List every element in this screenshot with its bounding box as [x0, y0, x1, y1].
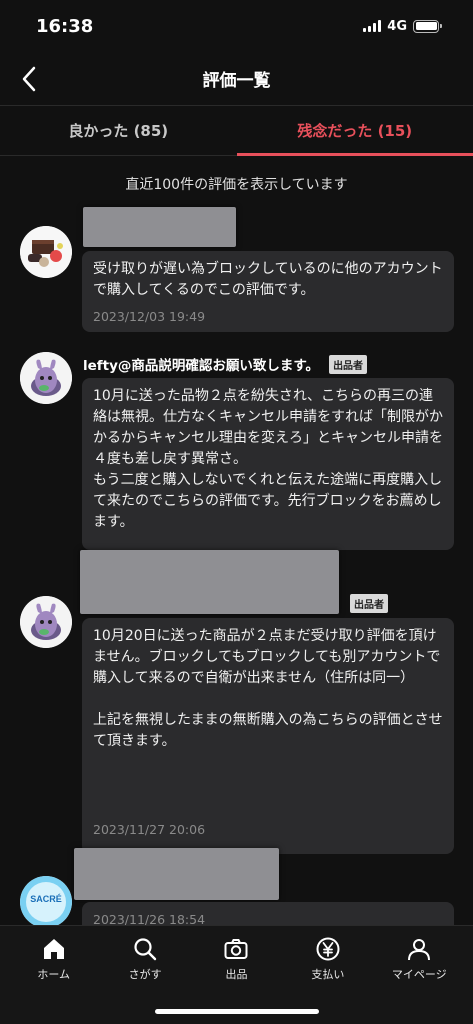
person-icon [408, 939, 431, 961]
home-icon [43, 939, 64, 959]
notice-text: 直近100件の評価を表示しています [125, 177, 348, 193]
review-bubble: 10月に送った品物２点を紛失され、こちらの再三の連絡は無視。仕方なくキャンセル申… [82, 378, 454, 550]
status-indicators: 4G [363, 18, 442, 34]
avatar[interactable]: SACRÉ [20, 876, 72, 928]
status-bar: 16:38 4G [0, 0, 473, 52]
reviewer-row: lefty@商品説明確認お願い致します。 出品者 [83, 354, 368, 374]
tab-bad[interactable]: 残念だった (15) [236, 106, 473, 156]
review-bubble: 受け取りが遅い為ブロックしているのに他のアカウントで購入してくるのでこの評価です… [82, 251, 454, 332]
review-text: 10月20日に送った商品が２点まだ受け取り評価を頂けません。ブロックしてもブロッ… [93, 628, 443, 749]
redacted-name [74, 848, 279, 900]
redacted-name [80, 550, 339, 614]
redacted-name [83, 207, 236, 247]
avatar[interactable] [20, 352, 72, 404]
review-date: 2023/12/03 19:49 [93, 309, 206, 324]
yen-icon [316, 937, 340, 961]
goomy-avatar-icon [20, 596, 72, 648]
goomy-avatar-icon [20, 352, 72, 404]
nav-home-label: ホーム [37, 968, 71, 981]
battery-icon [413, 19, 442, 33]
nav-mypage[interactable]: マイページ [379, 936, 459, 1024]
nav-payment-label: 支払い [311, 968, 345, 981]
nav-home[interactable]: ホーム [14, 936, 94, 1024]
reviewer-row: 出品者 [350, 594, 388, 613]
reviewer-name[interactable]: lefty@商品説明確認お願い致します。 [83, 354, 319, 374]
network-type: 4G [387, 18, 407, 34]
chevron-left-icon [22, 66, 36, 92]
avatar[interactable] [20, 226, 72, 278]
review-date: 2023/11/27 20:06 [93, 822, 206, 837]
review-text: 受け取りが遅い為ブロックしているのに他のアカウントで購入してくるのでこの評価です… [93, 261, 443, 298]
page-title: 評価一覧 [202, 71, 271, 91]
review-bubble: 10月20日に送った商品が２点まだ受け取り評価を頂けません。ブロックしてもブロッ… [82, 618, 454, 854]
cake-avatar-icon [20, 226, 72, 278]
seller-badge: 出品者 [329, 354, 368, 374]
nav-bar: 評価一覧 [0, 52, 473, 106]
status-time: 16:38 [36, 15, 94, 37]
nav-search-label: さがす [128, 968, 162, 981]
search-icon [134, 938, 157, 961]
signal-icon [363, 20, 382, 32]
review-text: 10月に送った品物２点を紛失され、こちらの再三の連絡は無視。仕方なくキャンセル申… [93, 388, 443, 530]
nav-mypage-label: マイページ [391, 968, 447, 981]
back-button[interactable] [14, 64, 44, 94]
home-indicator [155, 1009, 319, 1014]
camera-icon [224, 939, 248, 959]
avatar[interactable] [20, 596, 72, 648]
sacre-logo-text: SACRÉ [30, 894, 62, 904]
tab-good[interactable]: 良かった (85) [0, 106, 237, 155]
seller-badge: 出品者 [350, 594, 388, 613]
nav-sell-label: 出品 [225, 968, 248, 981]
sacre-logo-avatar: SACRÉ [20, 876, 72, 928]
rating-tabs: 良かった (85) 残念だった (15) [0, 106, 473, 156]
